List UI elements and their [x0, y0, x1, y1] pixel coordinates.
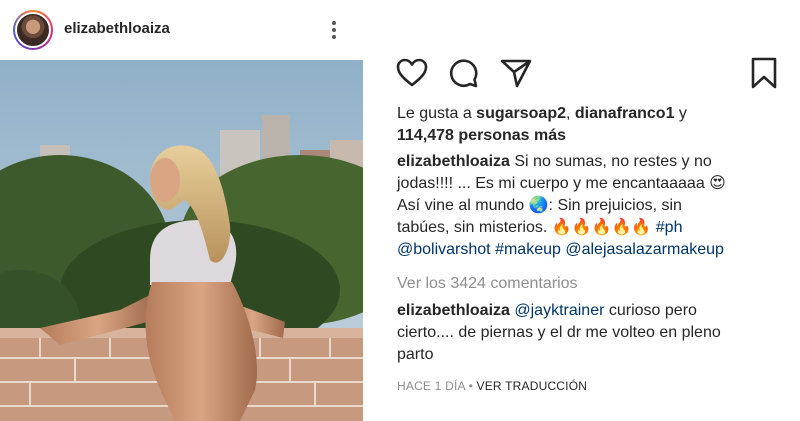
post-username[interactable]: elizabethloaiza	[64, 20, 170, 37]
caption-author[interactable]: elizabethloaiza	[397, 153, 510, 170]
mention-link[interactable]: @jayktrainer	[514, 302, 604, 319]
avatar[interactable]	[13, 10, 53, 50]
caption-line: tabúes, sin misterios. 🔥🔥🔥🔥🔥	[397, 219, 656, 236]
caption-line: jodas!!!! ... Es mi cuerpo y me encantaa…	[397, 175, 726, 192]
mention-link[interactable]: @alejasalazarmakeup	[565, 241, 724, 258]
post-caption: elizabethloaiza Si no sumas, no restes y…	[397, 151, 787, 261]
comment-author[interactable]: elizabethloaiza	[397, 302, 510, 319]
hashtag-link[interactable]: #makeup	[495, 241, 561, 258]
more-options-icon[interactable]	[327, 17, 341, 43]
hashtag-link[interactable]: #ph	[656, 219, 683, 236]
caption-line: Si no sumas, no restes y no	[509, 153, 712, 170]
comment-item: elizabethloaiza @jayktrainer curioso per…	[397, 300, 787, 366]
post-timestamp: HACE 1 DÍA	[397, 379, 466, 393]
comment-text: cierto.... de piernas y el dr me volteo …	[397, 324, 721, 341]
heart-icon[interactable]	[394, 55, 430, 91]
footer-separator: •	[465, 379, 477, 393]
post-header: elizabethloaiza	[0, 0, 363, 60]
liker-username[interactable]: dianafranco1	[575, 105, 675, 122]
likes-count[interactable]: 114,478 personas más	[397, 127, 566, 144]
comment-icon[interactable]	[446, 55, 482, 91]
action-bar	[385, 55, 785, 95]
translate-link[interactable]: VER TRADUCCIÓN	[477, 379, 588, 393]
bookmark-icon[interactable]	[746, 55, 782, 91]
comment-text: parto	[397, 346, 434, 363]
post-media-column: elizabethloaiza	[0, 0, 363, 421]
post-footer: HACE 1 DÍA • VER TRADUCCIÓN	[397, 378, 787, 394]
avatar-image	[15, 12, 51, 48]
post-photo[interactable]	[0, 60, 363, 421]
likes-separator: ,	[565, 105, 575, 122]
view-comments-link[interactable]: Ver los 3424 comentarios	[397, 273, 787, 295]
mention-link[interactable]: @bolivarshot	[397, 241, 491, 258]
likes-summary: Le gusta a sugarsoap2, dianafranco1 y 11…	[397, 103, 787, 147]
likes-and: y	[674, 105, 687, 122]
caption-line: Así vine al mundo 🌏: Sin prejuicios, sin	[397, 197, 682, 214]
post-details-column: Le gusta a sugarsoap2, dianafranco1 y 11…	[385, 0, 800, 421]
comment-text: curioso pero	[604, 302, 697, 319]
send-icon[interactable]	[498, 55, 534, 91]
liker-username[interactable]: sugarsoap2	[476, 105, 566, 122]
likes-prefix: Le gusta a	[397, 105, 477, 122]
